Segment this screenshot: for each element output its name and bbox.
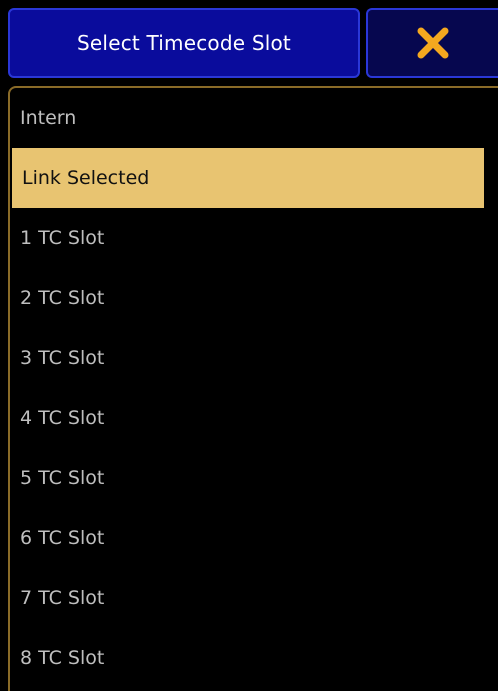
list-item-tc-slot-2[interactable]: 2 TC Slot bbox=[10, 268, 498, 328]
list-item-tc-slot-3[interactable]: 3 TC Slot bbox=[10, 328, 498, 388]
timecode-slot-list: Intern Link Selected 1 TC Slot 2 TC Slot… bbox=[8, 86, 498, 691]
list-item-intern[interactable]: Intern bbox=[10, 88, 498, 148]
list-item-link-selected[interactable]: Link Selected bbox=[12, 148, 484, 208]
list-item-tc-slot-7[interactable]: 7 TC Slot bbox=[10, 568, 498, 628]
dialog-header: Select Timecode Slot bbox=[0, 0, 498, 84]
list-item-tc-slot-1[interactable]: 1 TC Slot bbox=[10, 208, 498, 268]
list-item-tc-slot-5[interactable]: 5 TC Slot bbox=[10, 448, 498, 508]
list-item-tc-slot-8[interactable]: 8 TC Slot bbox=[10, 628, 498, 688]
close-button[interactable] bbox=[366, 8, 498, 78]
list-item-tc-slot-6[interactable]: 6 TC Slot bbox=[10, 508, 498, 568]
list-item-tc-slot-4[interactable]: 4 TC Slot bbox=[10, 388, 498, 448]
timecode-slot-dialog: Select Timecode Slot Intern Link Selecte… bbox=[0, 0, 498, 691]
close-x-icon bbox=[417, 27, 449, 59]
dialog-title: Select Timecode Slot bbox=[8, 8, 360, 78]
